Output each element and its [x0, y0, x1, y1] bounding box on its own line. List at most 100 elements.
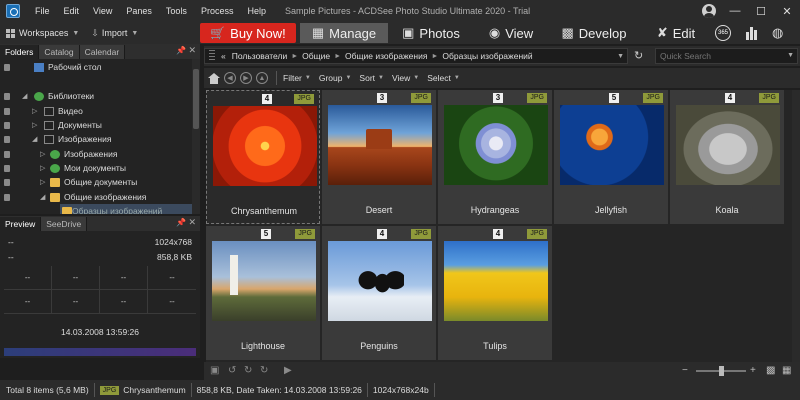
exif-cell: --: [52, 266, 100, 290]
365-button[interactable]: 365: [715, 25, 731, 41]
breadcrumb-public[interactable]: Общие: [302, 51, 330, 61]
thumbnail-item[interactable]: 5 JPG Jellyfish: [554, 90, 668, 224]
app-icon[interactable]: [6, 4, 20, 18]
minimize-button[interactable]: —: [722, 0, 748, 22]
tab-folders[interactable]: Folders: [0, 45, 40, 59]
view-mode-icon[interactable]: ▩: [766, 365, 777, 376]
zoom-out-icon[interactable]: −: [682, 365, 693, 376]
thumbnail-name: Hydrangeas: [470, 205, 520, 215]
lock-icon: [4, 92, 10, 100]
buy-now-button[interactable]: 🛒 Buy Now!: [200, 23, 296, 43]
documents-folder-icon: [44, 120, 54, 130]
divider: [366, 383, 368, 397]
filter-menu[interactable]: Filter ▼: [283, 73, 311, 83]
tree-item-my-documents[interactable]: ▷ Мои документы: [0, 161, 192, 175]
tree-item-documents[interactable]: ▷ Документы: [0, 118, 192, 132]
tree-item-public-pictures[interactable]: ◢ Общие изображения: [0, 190, 192, 204]
rating-badge[interactable]: 3: [377, 93, 387, 103]
rating-badge[interactable]: 4: [377, 229, 387, 239]
slider-handle[interactable]: [719, 366, 724, 376]
folders-scrollbar[interactable]: [192, 59, 200, 214]
thumbnail-item[interactable]: 4 JPG Tulips: [438, 226, 552, 360]
rating-badge[interactable]: 4: [725, 93, 735, 103]
select-all-icon[interactable]: ▣: [210, 365, 221, 376]
chevron-down-icon[interactable]: ▼: [617, 53, 624, 60]
tree-item-desktop[interactable]: Рабочий стол: [0, 60, 192, 74]
rating-badge[interactable]: 4: [493, 229, 503, 239]
menu-edit[interactable]: Edit: [57, 0, 87, 22]
view-mode-button[interactable]: ◉ View: [478, 23, 544, 43]
group-menu[interactable]: Group ▼: [319, 73, 352, 83]
up-folder-icon[interactable]: ▲: [256, 72, 268, 84]
rating-badge[interactable]: 5: [261, 229, 271, 239]
folder-tree: Рабочий стол ◢ Библиотеки ▷ Видео ▷ Доку…: [0, 59, 200, 214]
thumbnail-item[interactable]: 4 JPG Koala: [670, 90, 784, 224]
close-button[interactable]: ✕: [774, 0, 800, 22]
tree-item-libraries[interactable]: ◢ Библиотеки: [0, 89, 192, 103]
maximize-button[interactable]: ☐: [748, 0, 774, 22]
photos-mode-button[interactable]: ▣ Photos: [394, 23, 468, 43]
tab-preview[interactable]: Preview: [0, 217, 42, 231]
tree-item-pictures[interactable]: ◢ Изображения: [0, 132, 192, 146]
import-label: Import: [101, 28, 128, 38]
pin-icon[interactable]: 📌: [176, 46, 186, 55]
select-menu[interactable]: Select ▼: [427, 73, 460, 83]
tree-item-video[interactable]: ▷ Видео: [0, 104, 192, 118]
sort-menu[interactable]: Sort ▼: [359, 73, 384, 83]
menu-help[interactable]: Help: [240, 0, 273, 22]
menu-tools[interactable]: Tools: [159, 0, 194, 22]
user-account-icon[interactable]: [702, 4, 716, 18]
tree-item-sample-pictures[interactable]: Образцы изображений: [60, 204, 192, 214]
file-list-scrollbar[interactable]: [792, 90, 800, 362]
preview-properties: -- 1024x768 -- 858,8 KB -- -- -- -- -- -…: [0, 231, 200, 358]
forward-icon[interactable]: ▶: [240, 72, 252, 84]
dashboard-icon[interactable]: [744, 25, 760, 41]
develop-mode-button[interactable]: ▩ Develop: [554, 23, 634, 43]
breadcrumb-public-pictures[interactable]: Общие изображения: [345, 51, 427, 61]
group-label: Group: [318, 73, 343, 83]
close-icon[interactable]: ✕: [188, 45, 196, 56]
breadcrumb-overflow[interactable]: «: [221, 51, 226, 61]
rating-badge[interactable]: 3: [493, 93, 503, 103]
close-icon[interactable]: ✕: [188, 217, 196, 228]
quick-search-input[interactable]: [655, 48, 798, 64]
rotate-left-icon[interactable]: ↺: [228, 365, 239, 376]
tree-item-pictures-sub[interactable]: ▷ Изображения: [0, 147, 192, 161]
privacy-eye-icon[interactable]: ◍: [772, 25, 790, 41]
rating-badge[interactable]: 4: [262, 94, 272, 104]
refresh-icon[interactable]: ↻: [634, 50, 647, 63]
breadcrumb-sample-pictures[interactable]: Образцы изображений: [442, 51, 532, 61]
manage-mode-button[interactable]: ▦ Manage: [300, 23, 388, 43]
back-icon[interactable]: ◀: [224, 72, 236, 84]
rotate-right-icon[interactable]: ↻: [244, 365, 255, 376]
home-icon[interactable]: [208, 72, 220, 84]
tab-catalog[interactable]: Catalog: [39, 45, 80, 59]
menu-view[interactable]: View: [86, 0, 119, 22]
tree-item-label: Рабочий стол: [48, 62, 102, 72]
view-menu[interactable]: View ▼: [392, 73, 419, 83]
thumbnail-item[interactable]: 4 JPG Penguins: [322, 226, 436, 360]
breadcrumb-users[interactable]: Пользователи: [232, 51, 287, 61]
zoom-in-icon[interactable]: +: [750, 365, 761, 376]
slideshow-icon[interactable]: ▶: [284, 365, 295, 376]
menu-process[interactable]: Process: [194, 0, 241, 22]
rotate-icon[interactable]: ↻: [260, 365, 271, 376]
thumbnail-item[interactable]: 3 JPG Hydrangeas: [438, 90, 552, 224]
tree-item-public-documents[interactable]: ▷ Общие документы: [0, 175, 192, 189]
thumbnail-item[interactable]: 3 JPG Desert: [322, 90, 436, 224]
breadcrumb[interactable]: « Пользователи ► Общие ► Общие изображен…: [204, 48, 628, 64]
menu-file[interactable]: File: [28, 0, 57, 22]
workspaces-button[interactable]: Workspaces ▼: [0, 28, 85, 38]
pin-icon[interactable]: 📌: [176, 218, 186, 227]
rating-badge[interactable]: 5: [609, 93, 619, 103]
thumbnail-item[interactable]: 5 JPG Lighthouse: [206, 226, 320, 360]
thumbnail-view-icon[interactable]: ▦: [782, 365, 793, 376]
tab-calendar[interactable]: Calendar: [79, 45, 126, 59]
chevron-down-icon[interactable]: ▼: [787, 52, 794, 59]
import-button[interactable]: ⇩ Import ▼: [85, 28, 144, 39]
menu-panes[interactable]: Panes: [119, 0, 159, 22]
thumbnail-item[interactable]: 4 JPG Chrysanthemum: [206, 90, 320, 224]
edit-mode-button[interactable]: ✘ Edit: [646, 23, 706, 43]
tab-seedrive[interactable]: SeeDrive: [41, 217, 88, 231]
exif-cell: --: [100, 266, 148, 290]
